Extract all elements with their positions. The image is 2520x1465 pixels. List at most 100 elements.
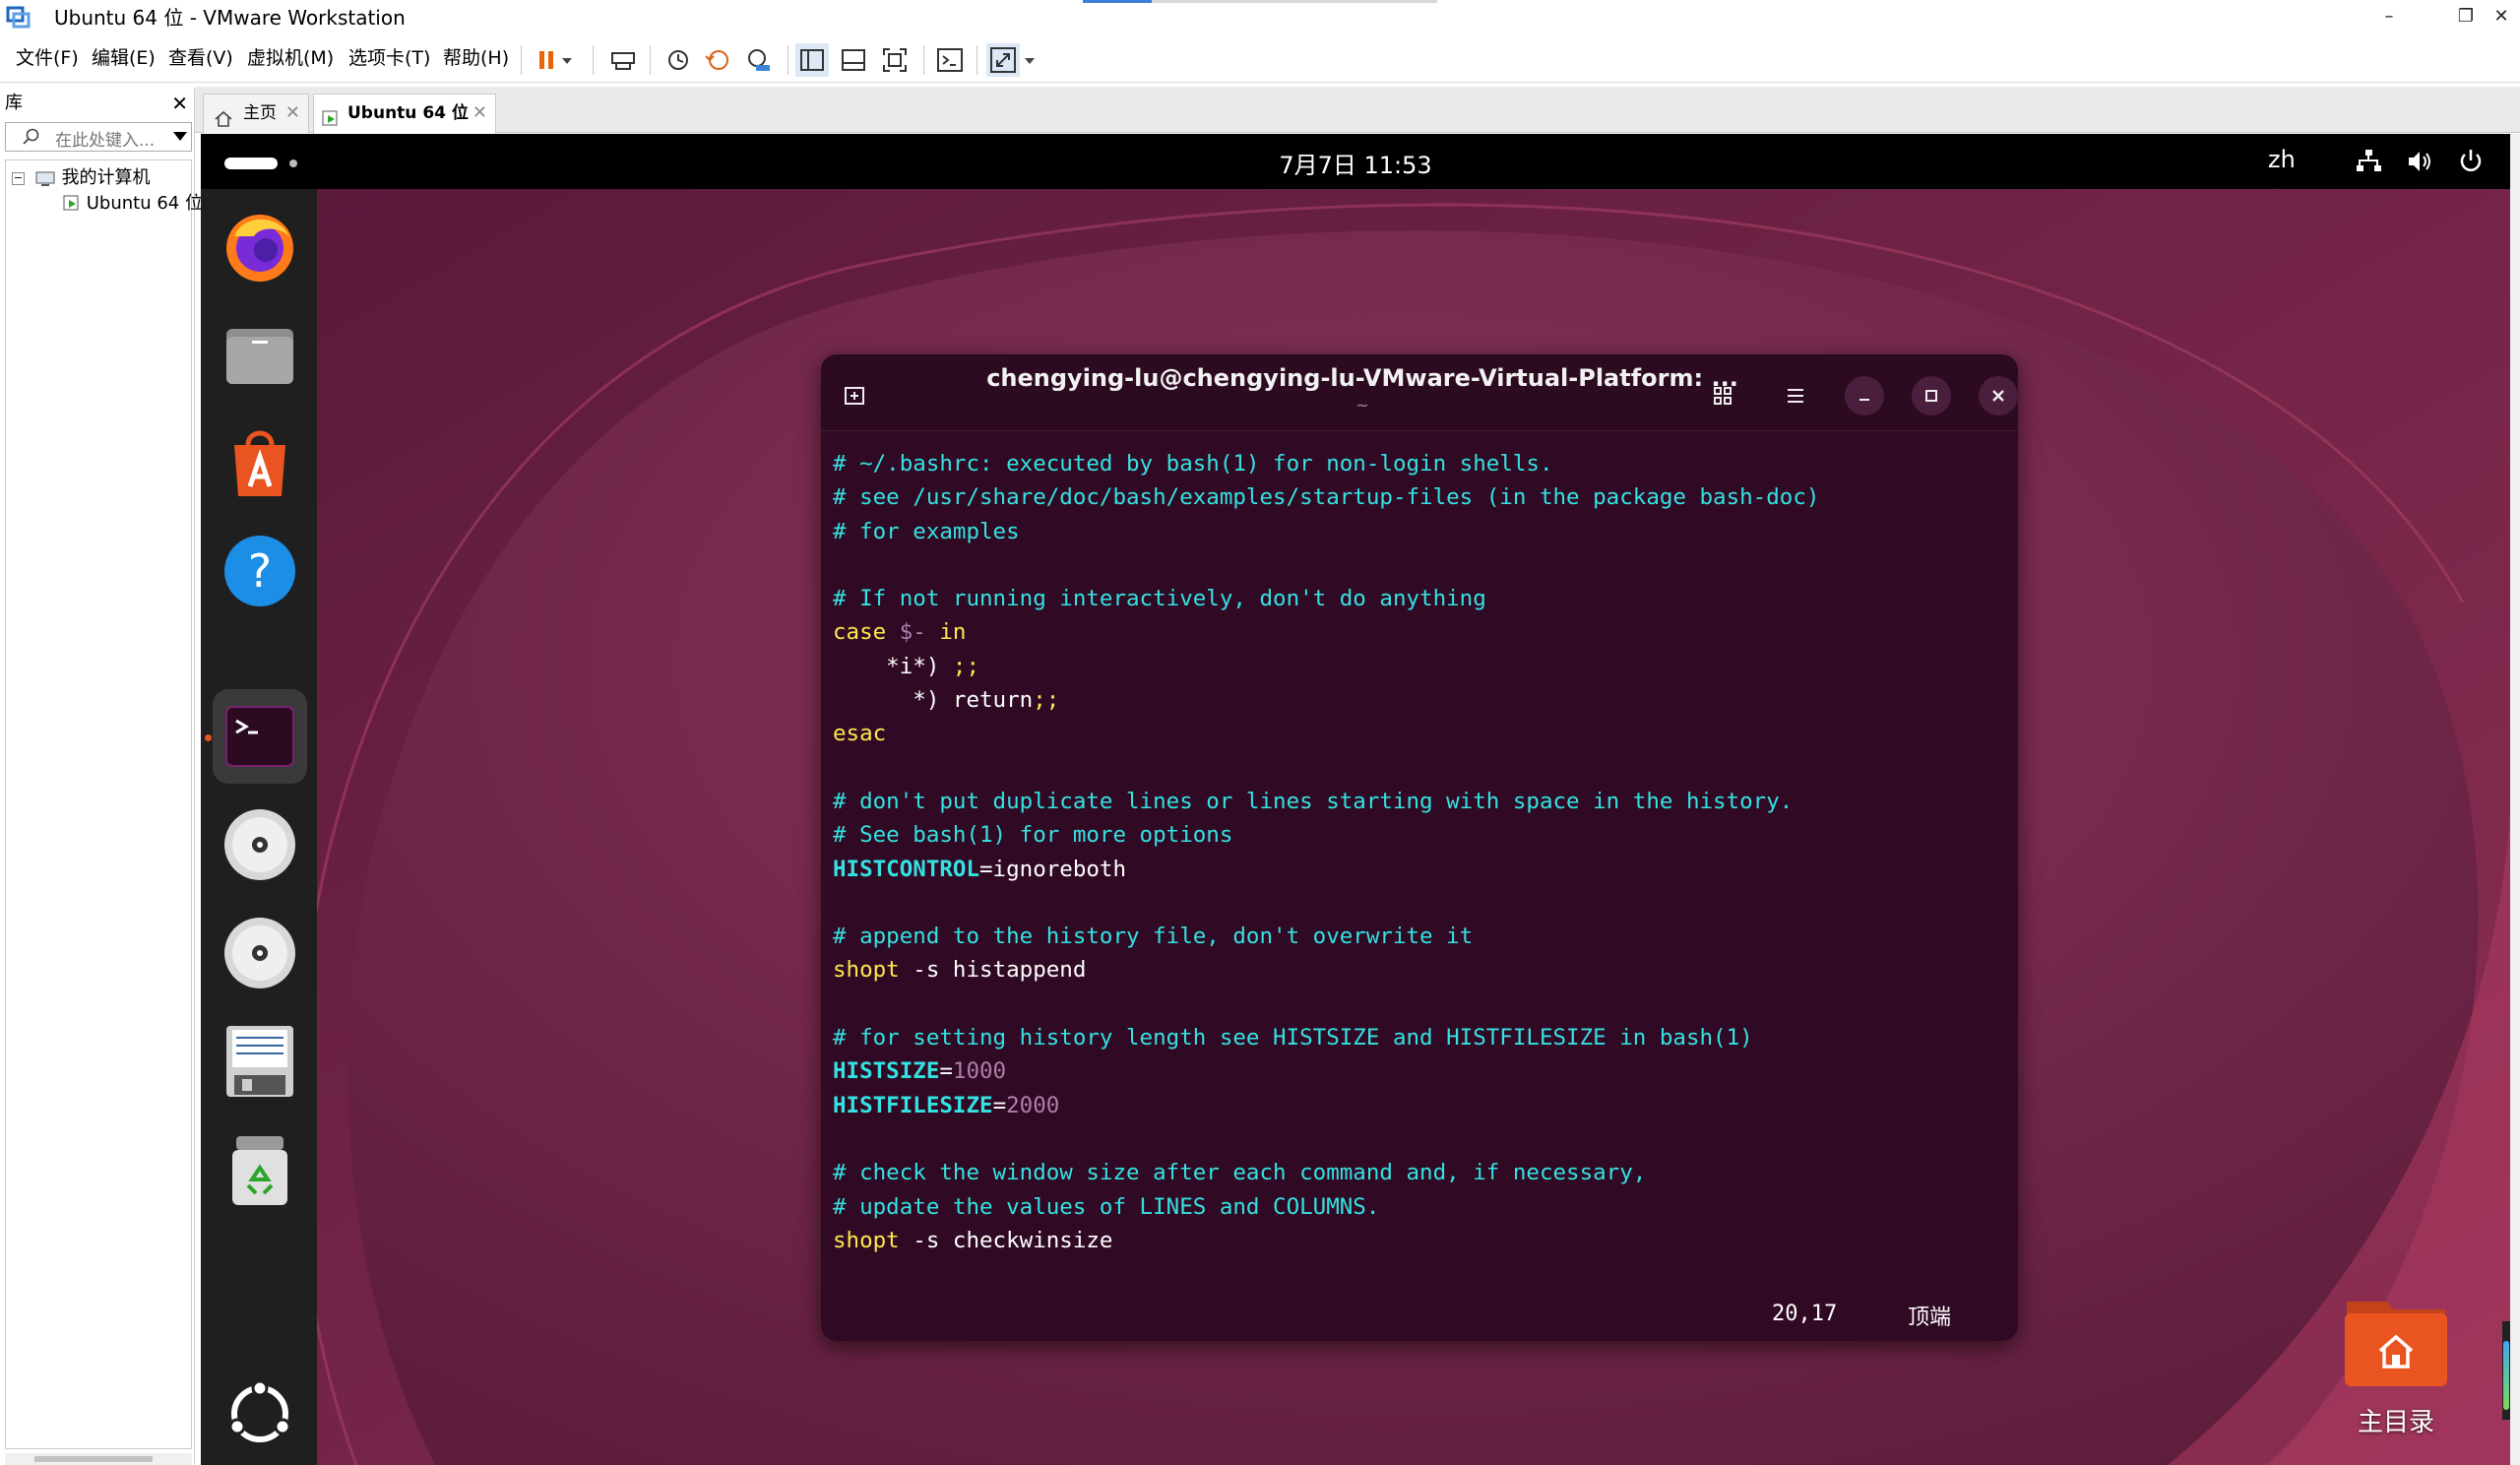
minimize-icon[interactable] <box>1845 376 1884 415</box>
buffer-token: # If not running interactively, don't do… <box>833 586 1486 612</box>
console-view-icon[interactable] <box>933 43 967 77</box>
buffer-token: # for setting history length see HISTSIZ… <box>833 1025 1753 1051</box>
buffer-token: ;; <box>1033 687 1060 714</box>
library-view-icon[interactable] <box>795 43 829 77</box>
hamburger-menu-icon[interactable] <box>1776 376 1815 415</box>
dropdown-arrow-icon[interactable] <box>1020 43 1040 77</box>
volume-icon[interactable] <box>2404 146 2435 177</box>
buffer-line <box>833 987 2014 1021</box>
vm-console[interactable]: 7月7日 11:53 zh ? chengying-lu@chengying-l… <box>201 134 2510 1465</box>
buffer-token: HISTSIZE <box>833 1058 940 1085</box>
clock[interactable]: 7月7日 11:53 <box>201 146 2510 180</box>
search-dropdown-icon[interactable] <box>173 132 187 141</box>
buffer-line: # ~/.bashrc: executed by bash(1) for non… <box>833 447 2014 480</box>
buffer-token: # for examples <box>833 518 1020 544</box>
buffer-line: # append to the history file, don't over… <box>833 920 2014 953</box>
send-ctrl-alt-del-icon[interactable] <box>606 43 640 77</box>
computer-icon <box>34 170 56 186</box>
dock-firefox[interactable] <box>213 199 307 293</box>
vmware-logo-icon <box>6 6 32 30</box>
vim-buffer[interactable]: # ~/.bashrc: executed by bash(1) for non… <box>833 447 2014 1257</box>
menu-help[interactable]: 帮助(H) <box>443 45 509 71</box>
snapshot-manager-icon[interactable] <box>742 43 776 77</box>
minimize-button[interactable]: – <box>2372 0 2406 33</box>
stretch-icon[interactable] <box>986 43 1020 77</box>
buffer-token: in <box>939 619 967 646</box>
library-search-input[interactable]: 在此处键入... <box>5 122 192 152</box>
buffer-line: shopt -s histappend <box>833 953 2014 987</box>
library-panel: 库 ✕ 在此处键入... − 我的计算机 Ubuntu 64 位 <box>0 89 203 1465</box>
buffer-token <box>926 619 940 645</box>
toolbar-separator <box>923 45 924 75</box>
buffer-line: # If not running interactively, don't do… <box>833 582 2014 615</box>
buffer-token: HISTCONTROL <box>833 856 980 882</box>
search-placeholder: 在此处键入... <box>55 131 156 151</box>
tree-label-ubuntu: Ubuntu 64 位 <box>86 193 203 214</box>
input-language-indicator[interactable]: zh <box>2268 146 2296 173</box>
tree-node-ubuntu[interactable]: Ubuntu 64 位 <box>63 192 203 216</box>
dropdown-arrow-icon[interactable] <box>557 43 577 77</box>
menu-tabs[interactable]: 选项卡(T) <box>348 45 430 71</box>
vim-statusline: 20,17 顶端 <box>821 1300 2018 1333</box>
vm-running-icon <box>63 195 81 213</box>
buffer-token: shopt <box>833 957 900 984</box>
dock-show-apps[interactable] <box>213 1367 307 1461</box>
dock-floppy[interactable] <box>213 1014 307 1109</box>
buffer-token: =ignoreboth <box>979 856 1127 882</box>
power-icon[interactable] <box>2455 146 2487 177</box>
buffer-line: # don't put duplicate lines or lines sta… <box>833 785 2014 818</box>
dock-app-center[interactable] <box>213 415 307 510</box>
tab-label-home: 主页 <box>243 103 277 123</box>
thumbnail-view-icon[interactable] <box>837 43 870 77</box>
cd-drive-icon <box>224 918 295 988</box>
dock-terminal[interactable] <box>213 689 307 784</box>
menu-file[interactable]: 文件(F) <box>16 45 79 71</box>
tab-close-button[interactable]: ✕ <box>472 95 487 132</box>
buffer-token: # don't put duplicate lines or lines sta… <box>833 788 1794 814</box>
tab-home[interactable]: 主页 ✕ <box>203 94 309 133</box>
library-title: 库 <box>5 93 23 113</box>
terminal-window[interactable]: chengying-lu@chengying-lu-VMware-Virtual… <box>821 354 2018 1341</box>
window-right-edge <box>2510 134 2520 1465</box>
buffer-line: # update the values of LINES and COLUMNS… <box>833 1190 2014 1224</box>
buffer-token: # ~/.bashrc: executed by bash(1) for non… <box>833 451 1553 477</box>
tree-node-my-computer[interactable]: − 我的计算机 <box>12 166 150 190</box>
dock-files[interactable] <box>213 307 307 402</box>
terminal-icon <box>225 706 294 767</box>
buffer-line: # for setting history length see HISTSIZ… <box>833 1021 2014 1054</box>
buffer-token: $- <box>899 619 926 646</box>
fullscreen-icon[interactable] <box>878 43 912 77</box>
tab-bar: 主页 ✕ Ubuntu 64 位 ✕ <box>195 87 2520 134</box>
maximize-icon[interactable] <box>1912 376 1951 415</box>
floppy-drive-icon <box>226 1026 293 1097</box>
window-title: Ubuntu 64 位 - VMware Workstation <box>54 6 406 30</box>
collapse-icon[interactable]: − <box>12 171 25 185</box>
restore-button[interactable]: ❐ <box>2449 0 2483 33</box>
library-close-button[interactable]: ✕ <box>171 89 188 118</box>
menu-view[interactable]: 查看(V) <box>168 45 233 71</box>
revert-snapshot-icon[interactable] <box>702 43 735 77</box>
close-button[interactable]: ✕ <box>2485 0 2518 33</box>
dock-cd-drive-1[interactable] <box>213 797 307 892</box>
dock-help[interactable]: ? <box>213 524 307 618</box>
desktop-home-folder[interactable]: 主目录 <box>2337 1288 2455 1437</box>
tab-close-button[interactable]: ✕ <box>285 95 300 132</box>
buffer-line: # see /usr/share/doc/bash/examples/start… <box>833 480 2014 514</box>
cursor-position: 20,17 <box>1772 1302 1838 1326</box>
dock-trash[interactable] <box>213 1122 307 1217</box>
files-icon <box>226 329 293 384</box>
close-icon[interactable] <box>1979 376 2018 415</box>
gnome-top-bar: 7月7日 11:53 zh <box>201 134 2510 189</box>
library-scrollbar[interactable] <box>5 1453 192 1465</box>
dock-cd-drive-2[interactable] <box>213 906 307 1000</box>
tab-overview-icon[interactable] <box>1703 376 1742 415</box>
network-icon[interactable] <box>2353 146 2384 177</box>
snapshot-icon[interactable] <box>662 43 695 77</box>
menu-vm[interactable]: 虚拟机(M) <box>247 45 334 71</box>
buffer-token: -s histappend <box>899 957 1087 984</box>
buffer-token: esac <box>833 721 887 747</box>
buffer-line: esac <box>833 717 2014 750</box>
tab-ubuntu[interactable]: Ubuntu 64 位 ✕ <box>313 94 496 134</box>
new-tab-icon[interactable] <box>835 376 874 415</box>
menu-edit[interactable]: 编辑(E) <box>92 45 156 71</box>
